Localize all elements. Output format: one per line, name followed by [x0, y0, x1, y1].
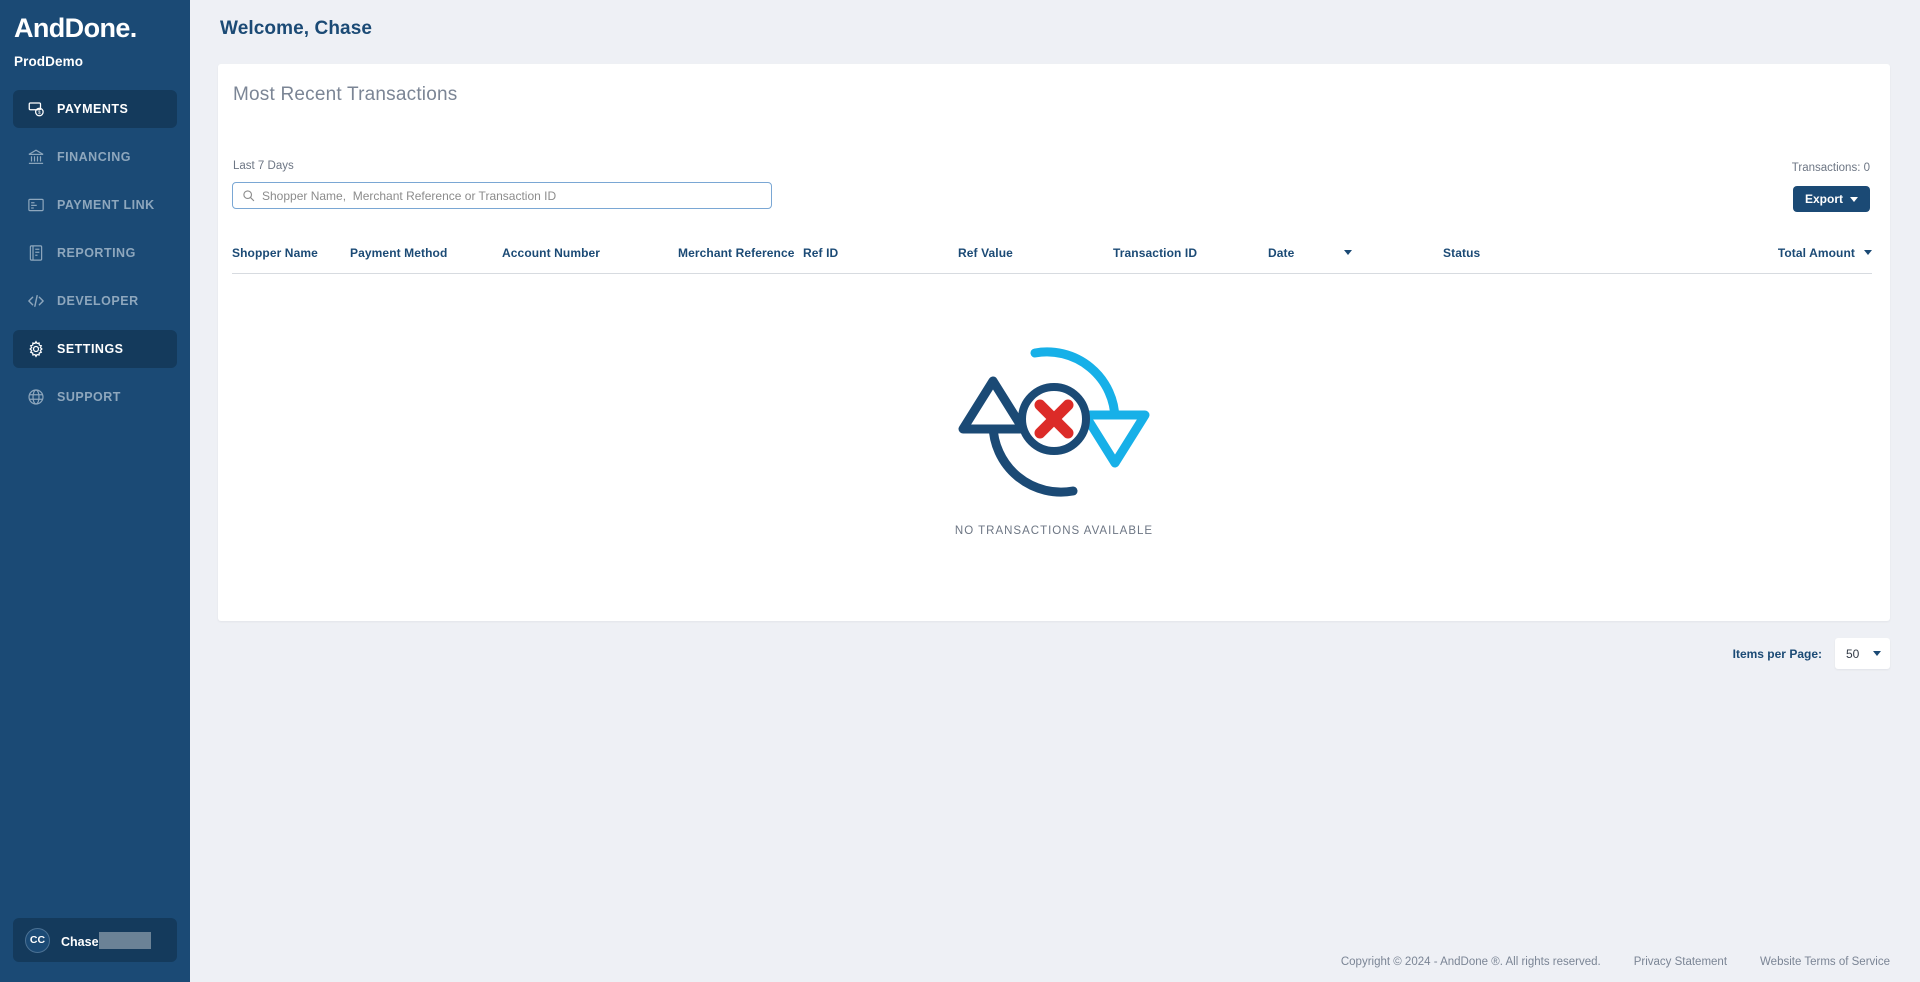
- transactions-card: Most Recent Transactions Last 7 Days Tra…: [218, 64, 1890, 621]
- sidebar-nav: $ PAYMENTS FINANCING PAYMENT LINK REPORT…: [0, 85, 190, 421]
- column-header-total-amount[interactable]: Total Amount: [1643, 246, 1872, 260]
- payments-icon: $: [27, 100, 45, 118]
- card-title: Most Recent Transactions: [233, 84, 458, 105]
- environment-label: ProdDemo: [14, 54, 84, 69]
- column-header-account-number[interactable]: Account Number: [502, 246, 678, 260]
- empty-state: NO TRANSACTIONS AVAILABLE: [218, 319, 1890, 537]
- sidebar-item-label: REPORTING: [57, 246, 136, 260]
- column-header-payment-method[interactable]: Payment Method: [350, 246, 502, 260]
- app-root: AndDone. ProdDemo $ PAYMENTS FINANCING P…: [0, 0, 1920, 982]
- payment-link-icon: [27, 196, 45, 214]
- sidebar-item-label: PAYMENT LINK: [57, 198, 155, 212]
- privacy-statement-link[interactable]: Privacy Statement: [1634, 956, 1727, 968]
- gear-icon: [27, 340, 45, 358]
- main-content: Welcome, Chase Most Recent Transactions …: [190, 0, 1920, 982]
- items-per-page: Items per Page: 50: [1733, 638, 1890, 669]
- items-per-page-label: Items per Page:: [1732, 646, 1822, 661]
- code-icon: [27, 292, 45, 310]
- footer: Copyright © 2024 - AndDone ®. All rights…: [1341, 956, 1890, 968]
- user-name: Chase: [61, 931, 151, 949]
- sidebar-item-settings[interactable]: SETTINGS: [13, 330, 177, 368]
- user-profile-button[interactable]: CC Chase: [13, 918, 177, 962]
- chevron-down-icon: [1873, 651, 1881, 656]
- sidebar: AndDone. ProdDemo $ PAYMENTS FINANCING P…: [0, 0, 190, 982]
- column-header-date[interactable]: Date: [1268, 246, 1443, 260]
- sidebar-item-label: PAYMENTS: [57, 102, 129, 116]
- sidebar-item-developer[interactable]: DEVELOPER: [13, 282, 177, 320]
- sidebar-item-support[interactable]: SUPPORT: [13, 378, 177, 416]
- transactions-table-header: Shopper Name Payment Method Account Numb…: [232, 232, 1872, 274]
- search-input[interactable]: [262, 188, 771, 203]
- search-icon: [243, 190, 255, 202]
- items-per-page-select[interactable]: 50: [1835, 638, 1890, 669]
- brand-logo[interactable]: AndDone.: [0, 0, 190, 44]
- terms-of-service-link[interactable]: Website Terms of Service: [1760, 956, 1890, 968]
- sort-descending-icon: [1344, 250, 1353, 255]
- globe-icon: [27, 388, 45, 406]
- redacted-name: [98, 931, 151, 949]
- bank-icon: [27, 148, 45, 166]
- card-subtitle: Last 7 Days: [233, 160, 294, 172]
- svg-text:$: $: [38, 110, 41, 116]
- sidebar-item-reporting[interactable]: REPORTING: [13, 234, 177, 272]
- transactions-count: Transactions: 0: [1791, 162, 1870, 174]
- page-title: Welcome, Chase: [220, 18, 373, 39]
- chevron-down-icon: [1850, 196, 1858, 202]
- column-header-ref-value[interactable]: Ref Value: [958, 246, 1113, 260]
- items-per-page-value: 50: [1846, 646, 1860, 661]
- column-header-status[interactable]: Status: [1443, 246, 1643, 260]
- report-icon: [27, 244, 45, 262]
- avatar: CC: [25, 927, 50, 953]
- column-header-merchant-reference[interactable]: Merchant Reference: [678, 246, 803, 260]
- sidebar-item-label: SETTINGS: [57, 342, 124, 356]
- sidebar-item-label: SUPPORT: [57, 390, 121, 404]
- sidebar-item-label: FINANCING: [57, 150, 131, 164]
- no-transactions-icon: [958, 347, 1150, 497]
- column-header-shopper-name[interactable]: Shopper Name: [232, 246, 350, 260]
- search-field-wrapper[interactable]: [232, 182, 772, 209]
- brand-logo-text: AndDone.: [14, 12, 137, 43]
- column-header-ref-id[interactable]: Ref ID: [803, 246, 958, 260]
- sidebar-item-payment-link[interactable]: PAYMENT LINK: [13, 186, 177, 224]
- sidebar-item-label: DEVELOPER: [57, 294, 139, 308]
- empty-state-text: NO TRANSACTIONS AVAILABLE: [954, 525, 1154, 537]
- sidebar-item-payments[interactable]: $ PAYMENTS: [13, 90, 177, 128]
- sort-descending-icon: [1864, 250, 1872, 255]
- copyright-text: Copyright © 2024 - AndDone ®. All rights…: [1340, 956, 1601, 968]
- export-button[interactable]: Export: [1792, 186, 1870, 212]
- export-button-label: Export: [1804, 192, 1843, 206]
- sidebar-item-financing[interactable]: FINANCING: [13, 138, 177, 176]
- column-header-transaction-id[interactable]: Transaction ID: [1113, 246, 1268, 260]
